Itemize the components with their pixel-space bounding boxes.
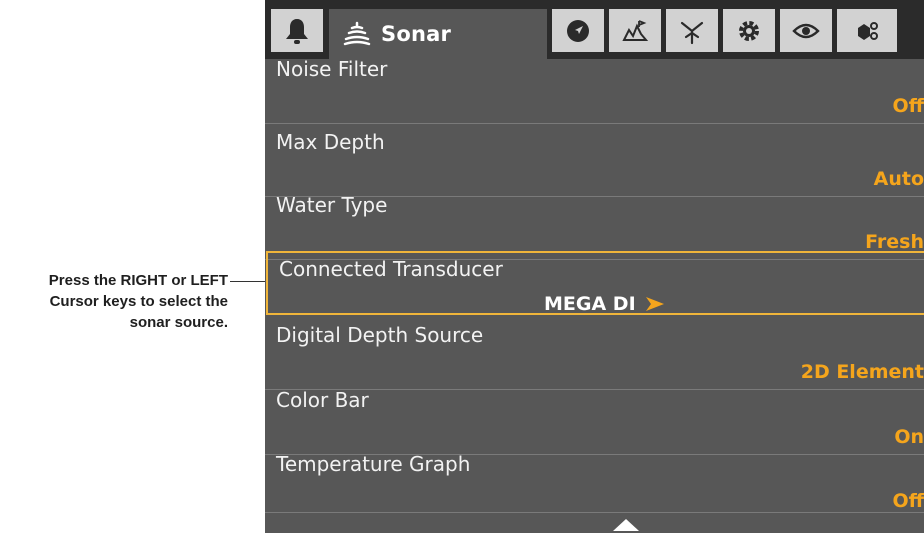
menu-item-label: Digital Depth Source [276,323,484,347]
menu-item-value: 2D Element [800,361,924,383]
bell-icon [286,18,308,44]
menu-item-value: Off [892,490,924,512]
arrow-right-icon [645,297,664,311]
menu-item-value: Fresh [865,231,924,253]
tab-fish-id[interactable] [666,9,718,52]
callout-line: sonar source. [129,314,228,331]
transducer-selector[interactable]: MEGA DI [544,293,665,315]
scroll-up-arrow-icon[interactable] [613,518,639,531]
sonar-icon [343,21,371,46]
callout-line: Press the RIGHT or LEFT [48,272,228,289]
menu-item-label: Max Depth [276,130,385,154]
tab-navigation[interactable] [552,9,604,52]
menu-item-temperature-graph[interactable]: Temperature Graph Off [265,446,924,513]
menu-item-value: Off [892,95,924,117]
menu-item-digital-depth-source[interactable]: Digital Depth Source 2D Element [265,317,924,390]
tab-views[interactable] [780,9,832,52]
menu-item-noise-filter[interactable]: Noise Filter Off [265,51,924,124]
callout-leader-line [230,281,266,282]
settings-gear-icon [739,20,759,41]
menu-item-water-type[interactable]: Water Type Fresh [265,187,924,260]
menu-item-value: MEGA DI [544,293,636,315]
navigation-icon [567,19,589,42]
menu-item-connected-transducer[interactable]: Connected Transducer MEGA DI [266,251,924,315]
menu-item-color-bar[interactable]: Color Bar On [265,382,924,455]
chart-icon [622,19,649,41]
menu-item-label: Noise Filter [276,57,388,81]
accessories-icon [858,21,878,40]
menu-item-label: Water Type [276,193,388,217]
menu-item-label: Temperature Graph [276,452,471,476]
tab-accessories[interactable] [837,9,897,52]
tab-alarms[interactable] [271,9,323,52]
eye-icon [792,23,820,38]
tab-sonar-label: Sonar [381,22,452,46]
tab-settings[interactable] [723,9,775,52]
callout-line: Cursor keys to select the [49,293,228,310]
tab-chart[interactable] [609,9,661,52]
callout-annotation: Press the RIGHT or LEFT Cursor keys to s… [0,270,228,333]
menu-item-value: On [894,426,924,448]
menu-item-label: Color Bar [276,388,369,412]
fish-id-icon [680,21,704,44]
sonar-menu-screen: Sonar Noise Filter Off Max Depth Auto Wa… [265,0,924,533]
menu-item-label: Connected Transducer [279,257,503,281]
